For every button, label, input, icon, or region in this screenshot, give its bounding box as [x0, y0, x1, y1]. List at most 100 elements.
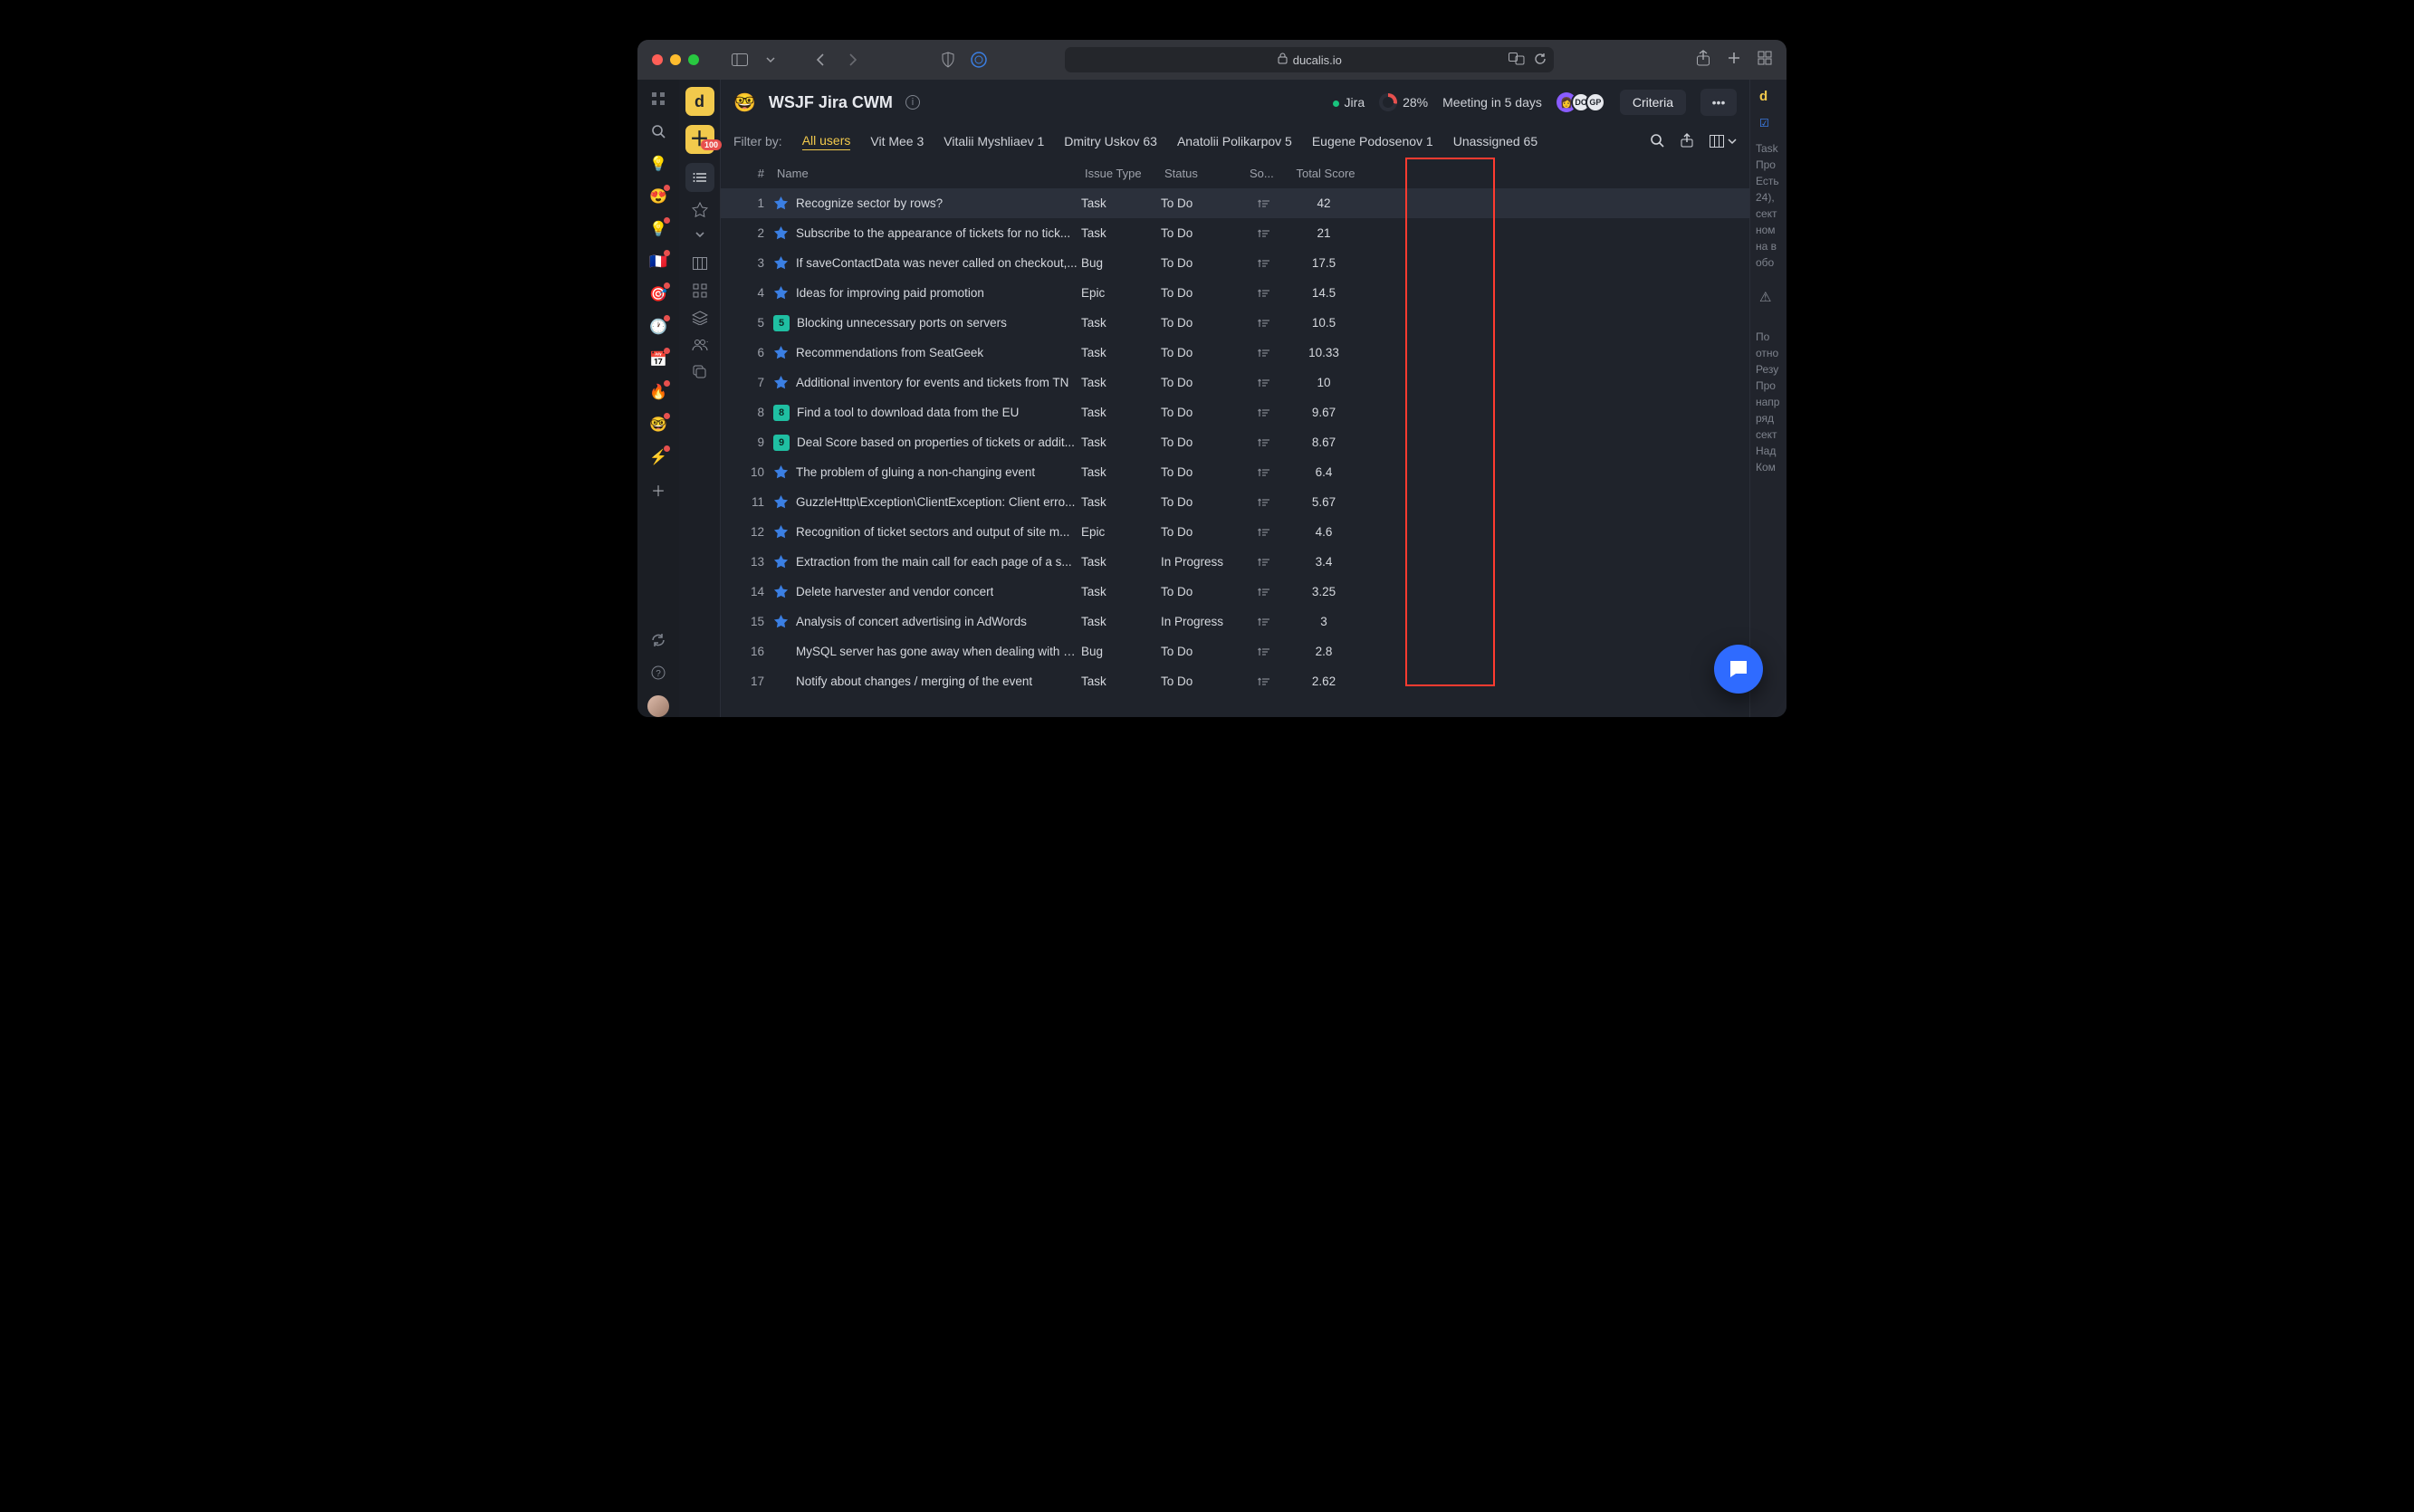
grid-icon[interactable]: [648, 89, 668, 109]
minimize-window[interactable]: [670, 54, 681, 65]
sort-icon[interactable]: [1246, 587, 1282, 598]
table-row[interactable]: 7Additional inventory for events and tic…: [721, 368, 1749, 397]
list-board[interactable]: [685, 163, 714, 192]
table-row[interactable]: 17Notify about changes / merging of the …: [721, 666, 1749, 696]
col-issuetype[interactable]: Issue Type: [1081, 167, 1161, 180]
extension-icon[interactable]: [969, 50, 989, 70]
sort-icon[interactable]: [1246, 557, 1282, 568]
col-name[interactable]: Name: [773, 167, 1081, 180]
filter-option[interactable]: Unassigned 65: [1453, 134, 1537, 148]
sort-icon[interactable]: [1246, 617, 1282, 627]
grid4-icon[interactable]: [691, 282, 709, 300]
view-switch[interactable]: [1710, 135, 1737, 148]
col-status[interactable]: Status: [1161, 167, 1246, 180]
row-number: 8: [732, 406, 773, 419]
table-row[interactable]: 4Ideas for improving paid promotionEpicT…: [721, 278, 1749, 308]
add-icon[interactable]: ＋: [648, 480, 668, 500]
sort-icon[interactable]: [1246, 288, 1282, 299]
info-icon[interactable]: i: [905, 95, 920, 110]
sort-icon[interactable]: [1246, 497, 1282, 508]
sort-icon[interactable]: [1246, 378, 1282, 388]
col-num[interactable]: #: [732, 167, 773, 180]
more-menu[interactable]: •••: [1700, 89, 1737, 116]
table-row[interactable]: 14Delete harvester and vendor concertTas…: [721, 577, 1749, 607]
table-row[interactable]: 55Blocking unnecessary ports on serversT…: [721, 308, 1749, 338]
copy-icon[interactable]: [691, 363, 709, 381]
sort-icon[interactable]: [1246, 258, 1282, 269]
lightbulb-alt-icon[interactable]: 💡: [648, 219, 668, 239]
sort-icon[interactable]: [1246, 228, 1282, 239]
filter-option[interactable]: Eugene Podosenov 1: [1312, 134, 1433, 148]
row-number: 13: [732, 555, 773, 569]
sync-icon[interactable]: [648, 630, 668, 650]
shield-icon[interactable]: [938, 50, 958, 70]
chevron-down-icon[interactable]: [694, 228, 706, 245]
nav-forward[interactable]: [842, 50, 862, 70]
sort-icon[interactable]: [1246, 198, 1282, 209]
nav-back[interactable]: [811, 50, 831, 70]
filter-option[interactable]: Vit Mee 3: [870, 134, 924, 148]
svg-text:+: +: [706, 339, 708, 346]
table-row[interactable]: 2Subscribe to the appearance of tickets …: [721, 218, 1749, 248]
fire-icon[interactable]: 🔥: [648, 382, 668, 402]
layers-icon[interactable]: [691, 309, 709, 327]
target-icon[interactable]: 🎯: [648, 284, 668, 304]
sort-icon[interactable]: [1246, 318, 1282, 329]
chevron-down-icon[interactable]: [761, 50, 781, 70]
nerd-icon[interactable]: 🤓: [648, 415, 668, 435]
col-total[interactable]: Total Score: [1282, 167, 1365, 180]
close-window[interactable]: [652, 54, 663, 65]
star-outline-icon[interactable]: [691, 201, 709, 219]
workspace-d[interactable]: d: [685, 87, 714, 116]
sort-icon[interactable]: [1246, 676, 1282, 687]
filter-active[interactable]: All users: [802, 133, 851, 150]
reload-icon[interactable]: [1534, 53, 1547, 68]
heart-eyes-icon[interactable]: 😍: [648, 187, 668, 206]
table-row[interactable]: 99Deal Score based on properties of tick…: [721, 427, 1749, 457]
calendar-icon[interactable]: 📅: [648, 349, 668, 369]
people-icon[interactable]: +: [691, 336, 709, 354]
sort-icon[interactable]: [1246, 437, 1282, 448]
checkbox-icon[interactable]: ☑: [1754, 117, 1769, 129]
sort-icon[interactable]: [1246, 467, 1282, 478]
table-row[interactable]: 11GuzzleHttp\Exception\ClientException: …: [721, 487, 1749, 517]
share-icon[interactable]: [1696, 50, 1710, 71]
filter-option[interactable]: Dmitry Uskov 63: [1064, 134, 1157, 148]
clock-icon[interactable]: 🕐: [648, 317, 668, 337]
table-row[interactable]: 16MySQL server has gone away when dealin…: [721, 636, 1749, 666]
detail-text: Про: [1754, 158, 1779, 171]
filter-option[interactable]: Vitalii Myshliaev 1: [944, 134, 1044, 148]
flag-icon[interactable]: 🇫🇷: [648, 252, 668, 272]
table-row[interactable]: 12Recognition of ticket sectors and outp…: [721, 517, 1749, 547]
criteria-button[interactable]: Criteria: [1620, 90, 1686, 115]
help-icon[interactable]: ?: [648, 663, 668, 683]
col-sort[interactable]: So...: [1246, 167, 1282, 180]
table-row[interactable]: 1Recognize sector by rows?TaskTo Do42: [721, 188, 1749, 218]
user-avatar[interactable]: [647, 695, 669, 717]
filter-option[interactable]: Anatolii Polikarpov 5: [1177, 134, 1292, 148]
columns-icon[interactable]: [691, 254, 709, 273]
table-row[interactable]: 10The problem of gluing a non-changing e…: [721, 457, 1749, 487]
export-icon[interactable]: [1681, 133, 1693, 150]
translate-icon[interactable]: [1509, 53, 1525, 68]
search-icon[interactable]: [1650, 133, 1664, 150]
sort-icon[interactable]: [1246, 407, 1282, 418]
bolt-icon[interactable]: ⚡: [648, 447, 668, 467]
intercom-chat-button[interactable]: [1714, 645, 1763, 694]
table-row[interactable]: 13Extraction from the main call for each…: [721, 547, 1749, 577]
sidebar-toggle-icon[interactable]: [730, 50, 750, 70]
sort-icon[interactable]: [1246, 646, 1282, 657]
table-row[interactable]: 3If saveContactData was never called on …: [721, 248, 1749, 278]
address-bar[interactable]: ducalis.io: [1065, 47, 1554, 72]
table-row[interactable]: 6Recommendations from SeatGeekTaskTo Do1…: [721, 338, 1749, 368]
search-icon[interactable]: [648, 121, 668, 141]
tab-overview-icon[interactable]: [1758, 51, 1772, 70]
table-row[interactable]: 88Find a tool to download data from the …: [721, 397, 1749, 427]
maximize-window[interactable]: [688, 54, 699, 65]
lightbulb-icon[interactable]: 💡: [648, 154, 668, 174]
new-tab-icon[interactable]: [1727, 51, 1741, 70]
sort-icon[interactable]: [1246, 348, 1282, 359]
table-row[interactable]: 15Analysis of concert advertising in AdW…: [721, 607, 1749, 636]
avatar-group[interactable]: 👩 DC GP: [1557, 92, 1605, 112]
sort-icon[interactable]: [1246, 527, 1282, 538]
